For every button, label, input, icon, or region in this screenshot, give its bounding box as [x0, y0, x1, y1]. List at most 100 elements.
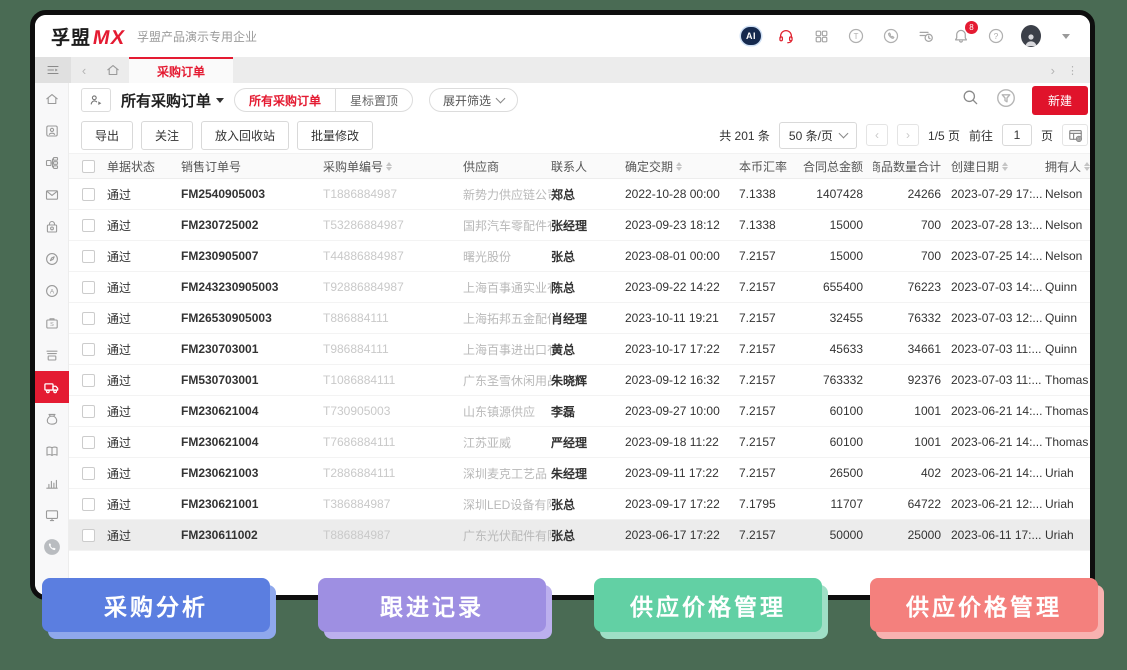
row-checkbox[interactable] — [82, 374, 95, 387]
sidebar-item-sales-s[interactable]: S — [35, 307, 69, 339]
column-header[interactable]: 拥有人 — [1045, 158, 1095, 175]
column-header[interactable]: 确定交期 — [625, 158, 739, 175]
tab-more-icon[interactable]: ⋮ — [1067, 64, 1078, 77]
sort-icon[interactable] — [1002, 162, 1008, 171]
cell-amount: 45633 — [797, 342, 873, 356]
table-row[interactable]: 通过FM230725002T53286884987国邦汽车零配件有...张经理2… — [69, 210, 1095, 241]
cell-po_no: T1086884111 — [323, 373, 463, 387]
sidebar-item-whatsapp[interactable] — [35, 531, 69, 563]
row-checkbox[interactable] — [82, 188, 95, 201]
avatar-icon[interactable] — [1021, 26, 1041, 46]
sidebar-item-compass[interactable] — [35, 243, 69, 275]
sort-icon[interactable] — [386, 162, 392, 171]
cell-rate: 7.2157 — [739, 311, 797, 325]
goto-page-input[interactable] — [1002, 124, 1032, 146]
row-checkbox[interactable] — [82, 405, 95, 418]
search-icon[interactable] — [961, 88, 980, 112]
toolbar-button-2[interactable]: 放入回收站 — [201, 121, 289, 150]
sidebar-item-marketing-a[interactable]: A — [35, 275, 69, 307]
new-button[interactable]: 新建 — [1032, 86, 1088, 115]
sidebar-item-workbench-monitor[interactable] — [35, 499, 69, 531]
toolbar: 导出关注放入回收站批量修改 共 201 条 50 条/页 ‹ › 1/5 页 前… — [69, 117, 1095, 153]
cell-owner: Thomas — [1045, 404, 1095, 418]
view-switch-icon[interactable] — [81, 88, 111, 112]
toolbar-button-3[interactable]: 批量修改 — [297, 121, 373, 150]
segment-1[interactable]: 星标置顶 — [336, 89, 412, 111]
prev-page-button[interactable]: ‹ — [866, 124, 888, 146]
sidebar-item-finance-moneybag[interactable] — [35, 403, 69, 435]
toolbar-button-0[interactable]: 导出 — [81, 121, 133, 150]
sidebar-item-home[interactable] — [35, 83, 69, 115]
table-row[interactable]: 通过FM230621004T7686884111江苏亚威严经理2023-09-1… — [69, 427, 1095, 458]
expand-filter-button[interactable]: 展开筛选 — [429, 88, 518, 112]
row-checkbox[interactable] — [82, 436, 95, 449]
row-checkbox[interactable] — [82, 467, 95, 480]
sidebar-item-contacts[interactable] — [35, 115, 69, 147]
table-row[interactable]: 通过FM230905007T44886884987曙光股份张总2023-08-0… — [69, 241, 1095, 272]
sidebar-item-ledger-book[interactable] — [35, 435, 69, 467]
cell-sales_no: FM230621004 — [181, 404, 323, 418]
goto-suffix: 页 — [1041, 127, 1053, 144]
sidebar-item-report-chart[interactable] — [35, 467, 69, 499]
help-icon[interactable]: ? — [986, 26, 1006, 46]
table-row[interactable]: 通过FM230621001T386884987深圳LED设备有限...张总202… — [69, 489, 1095, 520]
quick-action-3[interactable]: 供应价格管理 — [870, 578, 1098, 632]
table-row[interactable]: 通过FM230621003T2886884111深圳麦克工艺品朱经理2023-0… — [69, 458, 1095, 489]
row-checkbox[interactable] — [82, 250, 95, 263]
tab-purchase-orders[interactable]: 采购订单 — [129, 57, 233, 83]
task-t-icon[interactable]: T — [846, 26, 866, 46]
row-checkbox[interactable] — [82, 312, 95, 325]
tab-back-icon[interactable]: ‹ — [71, 57, 97, 83]
table-row[interactable]: 通过FM243230905003T92886884987上海百事通实业有...陈… — [69, 272, 1095, 303]
next-page-button[interactable]: › — [897, 124, 919, 146]
table-row[interactable]: 通过FM230621004T730905003山东镇源供应李磊2023-09-2… — [69, 396, 1095, 427]
column-header[interactable]: 采购单编号 — [323, 158, 463, 175]
sidebar-item-procurement-truck[interactable] — [35, 371, 69, 403]
headset-icon[interactable] — [776, 26, 796, 46]
ai-assistant-icon[interactable]: AI — [741, 26, 761, 46]
toolbar-button-1[interactable]: 关注 — [141, 121, 193, 150]
row-checkbox[interactable] — [82, 219, 95, 232]
cell-qty: 1001 — [873, 435, 951, 449]
quick-action-1[interactable]: 跟进记录 — [318, 578, 546, 632]
notification-bell-icon[interactable]: 8 — [951, 26, 971, 46]
sidebar-collapse-icon[interactable] — [35, 57, 71, 83]
cell-qty: 76332 — [873, 311, 951, 325]
total-count: 共 201 条 — [719, 127, 770, 144]
cell-created: 2023-06-21 14:... — [951, 435, 1045, 449]
apps-grid-icon[interactable] — [811, 26, 831, 46]
view-title-dropdown[interactable]: 所有采购订单 — [121, 90, 224, 111]
column-header[interactable]: 创建日期 — [951, 158, 1045, 175]
quick-action-2[interactable]: 供应价格管理 — [594, 578, 822, 632]
chevron-down-icon — [496, 94, 506, 104]
row-checkbox[interactable] — [82, 281, 95, 294]
select-all-checkbox[interactable] — [82, 160, 95, 173]
sort-icon[interactable] — [676, 162, 682, 171]
table-row[interactable]: 通过FM2540905003T1886884987新势力供应链公司郑总2022-… — [69, 179, 1095, 210]
chevron-down-icon[interactable] — [1056, 26, 1076, 46]
sidebar-item-mail[interactable] — [35, 179, 69, 211]
sidebar-item-archive[interactable] — [35, 339, 69, 371]
cell-status: 通过 — [107, 310, 181, 327]
sidebar-item-products-bag[interactable] — [35, 211, 69, 243]
page-size-select[interactable]: 50 条/页 — [779, 122, 857, 149]
sidebar-item-org-tree[interactable] — [35, 147, 69, 179]
table-row[interactable]: 通过FM230611002T886884987广东光伏配件有限...张总2023… — [69, 520, 1095, 551]
activity-log-icon[interactable] — [916, 26, 936, 46]
sort-icon[interactable] — [1084, 162, 1090, 171]
segment-0[interactable]: 所有采购订单 — [235, 89, 336, 111]
tab-forward-icon[interactable]: › — [1051, 63, 1055, 78]
column-settings-icon[interactable] — [1062, 124, 1088, 146]
cell-owner: Thomas — [1045, 435, 1095, 449]
table-row[interactable]: 通过FM26530905003T886884111上海拓邦五金配件...肖经理2… — [69, 303, 1095, 334]
table-row[interactable]: 通过FM230703001T986884111上海百事进出口有...黄总2023… — [69, 334, 1095, 365]
table-row[interactable]: 通过FM530703001T1086884111广东圣雪休闲用品...朱晓辉20… — [69, 365, 1095, 396]
quick-action-0[interactable]: 采购分析 — [42, 578, 270, 632]
row-checkbox[interactable] — [82, 498, 95, 511]
row-checkbox[interactable] — [82, 529, 95, 542]
column-header: 合同总金额 — [797, 158, 873, 175]
phone-icon[interactable] — [881, 26, 901, 46]
filter-funnel-icon[interactable] — [996, 88, 1016, 113]
row-checkbox[interactable] — [82, 343, 95, 356]
home-tab-icon[interactable] — [97, 57, 129, 83]
